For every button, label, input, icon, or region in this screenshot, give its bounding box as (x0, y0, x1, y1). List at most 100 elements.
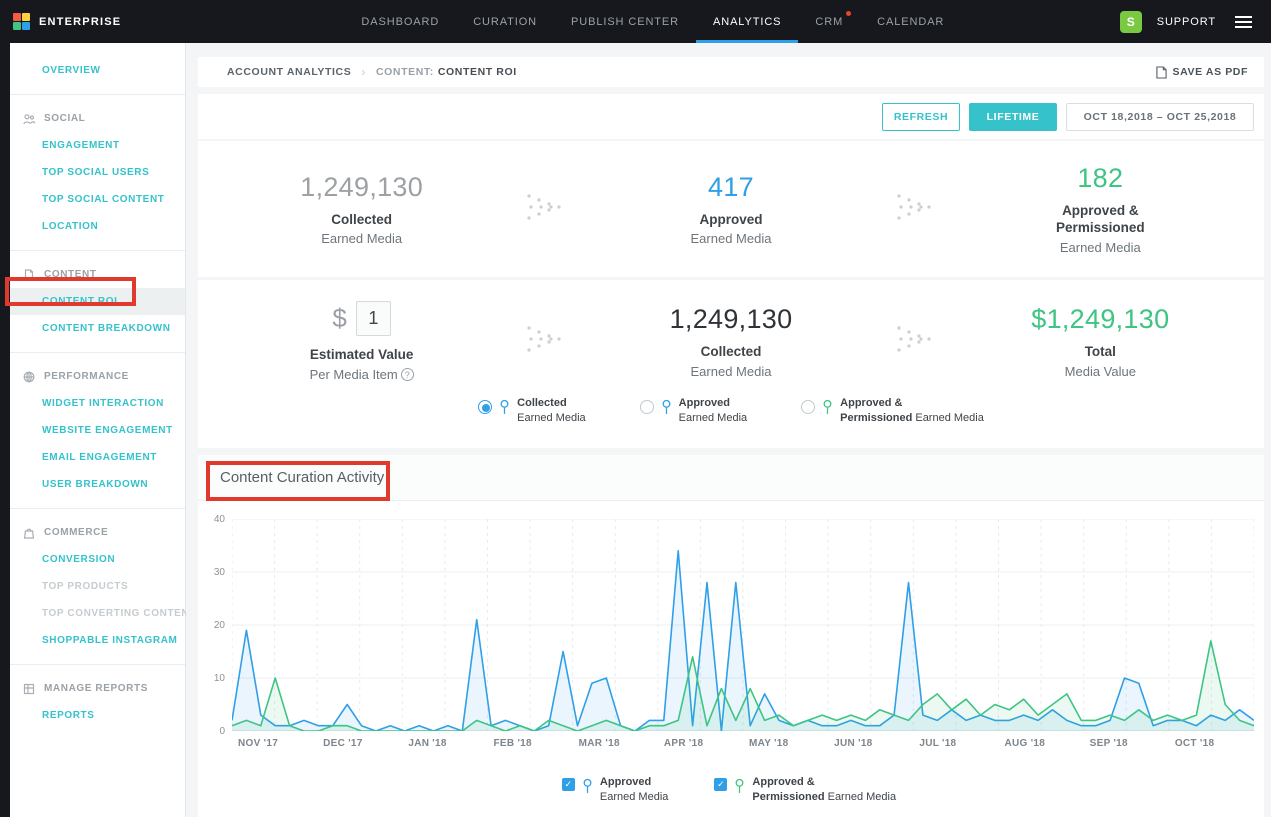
approved-metric: 417 Approved Earned Media (601, 172, 860, 247)
valuation-card: $ Estimated Value Per Media Item? 1,249,… (198, 280, 1264, 448)
approved-value: 417 (601, 172, 860, 203)
sidebar-item-widget-interaction[interactable]: WIDGET INTERACTION (10, 390, 185, 417)
sidebar-item-engagement[interactable]: ENGAGEMENT (10, 132, 185, 159)
hamburger-menu-icon[interactable] (1231, 12, 1256, 32)
nav-item-publish-center[interactable]: PUBLISH CENTER (554, 0, 696, 43)
save-as-pdf-button[interactable]: SAVE AS PDF (1156, 66, 1248, 79)
collected-metric: 1,249,130 Collected Earned Media (232, 172, 491, 247)
valuation-collected-title: Collected (601, 344, 860, 361)
chart-y-axis: 010203040 (204, 519, 232, 731)
sidebar: OVERVIEW SOCIAL ENGAGEMENT TOP SOCIAL US… (10, 43, 186, 817)
valuation-collected-subtitle: Earned Media (601, 364, 860, 379)
total-media-value-title: Total (971, 344, 1230, 361)
sidebar-item-website-engagement[interactable]: WEBSITE ENGAGEMENT (10, 417, 185, 444)
valuation-collected-value: 1,249,130 (601, 304, 860, 335)
legend-approved-permissioned-earned-media[interactable]: Approved &Permissioned Earned Media (714, 775, 896, 805)
nav-item-dashboard[interactable]: DASHBOARD (344, 0, 456, 43)
total-media-value-metric: $1,249,130 Total Media Value (971, 304, 1230, 379)
permissioned-title: Approved & Permissioned (971, 203, 1230, 237)
sidebar-section-label: CONTENT (44, 269, 97, 280)
dotted-arrow-icon (491, 325, 601, 358)
lifetime-button[interactable]: LIFETIME (969, 103, 1057, 131)
total-media-value: $1,249,130 (971, 304, 1230, 335)
sidebar-item-user-breakdown[interactable]: USER BREAKDOWN (10, 471, 185, 498)
total-media-value-subtitle: Media Value (971, 364, 1230, 379)
radio-approved-earned-media[interactable]: ApprovedEarned Media (640, 396, 748, 426)
collected-value: 1,249,130 (232, 172, 491, 203)
support-link[interactable]: SUPPORT (1157, 16, 1216, 28)
chart-title: Content Curation Activity (220, 469, 384, 486)
controls-bar: REFRESH LIFETIME OCT 18,2018 – OCT 25,20… (198, 94, 1264, 139)
main-content: ACCOUNT ANALYTICS › CONTENT: CONTENT ROI… (186, 43, 1271, 817)
sidebar-item-content-breakdown[interactable]: CONTENT BREAKDOWN (10, 315, 185, 342)
nav-item-calendar[interactable]: CALENDAR (860, 0, 961, 43)
sidebar-item-top-social-users[interactable]: TOP SOCIAL USERS (10, 159, 185, 186)
sidebar-section-manage-reports: MANAGE REPORTS (10, 675, 185, 702)
refresh-button[interactable]: REFRESH (882, 103, 960, 131)
sidebar-item-top-social-content[interactable]: TOP SOCIAL CONTENT (10, 186, 185, 213)
nav-item-analytics[interactable]: ANALYTICS (696, 0, 798, 43)
brand-logo-icon (13, 13, 30, 30)
sidebar-item-overview[interactable]: OVERVIEW (10, 57, 185, 84)
media-icon (499, 399, 510, 421)
sidebar-item-email-engagement[interactable]: EMAIL ENGAGEMENT (10, 444, 185, 471)
sidebar-section-label: PERFORMANCE (44, 371, 129, 382)
help-icon[interactable]: ? (401, 368, 414, 381)
pdf-document-icon (1156, 66, 1167, 79)
media-icon (661, 399, 672, 421)
sidebar-item-content-roi[interactable]: CONTENT ROI (10, 288, 185, 315)
radio-collected-earned-media[interactable]: CollectedEarned Media (478, 396, 586, 426)
estimated-value-block: $ Estimated Value Per Media Item? (232, 301, 491, 382)
media-icon (582, 778, 593, 800)
sidebar-divider (10, 250, 185, 251)
date-range-button[interactable]: OCT 18,2018 – OCT 25,2018 (1066, 103, 1254, 131)
brand: ENTERPRISE (0, 0, 186, 43)
save-as-pdf-label: SAVE AS PDF (1173, 66, 1248, 78)
dotted-arrow-icon (861, 193, 971, 226)
valuation-collected-metric: 1,249,130 Collected Earned Media (601, 304, 860, 379)
sidebar-divider (10, 664, 185, 665)
dotted-arrow-icon (491, 193, 601, 226)
sidebar-item-shoppable-instagram[interactable]: SHOPPABLE INSTAGRAM (10, 627, 185, 654)
sidebar-section-label: MANAGE REPORTS (44, 683, 148, 694)
breadcrumb-current: CONTENT ROI (438, 66, 517, 78)
users-icon (23, 113, 35, 125)
media-icon (822, 399, 833, 421)
nav-item-curation[interactable]: CURATION (456, 0, 554, 43)
sidebar-section-label: COMMERCE (44, 527, 108, 538)
sidebar-item-conversion[interactable]: CONVERSION (10, 546, 185, 573)
dotted-arrow-icon (861, 325, 971, 358)
sidebar-item-location[interactable]: LOCATION (10, 213, 185, 240)
activity-chart-svg (232, 519, 1254, 731)
bag-icon (23, 527, 35, 539)
radio-approved-permissioned-earned-media[interactable]: Approved &Permissioned Earned Media (801, 396, 984, 426)
estimated-value-title: Estimated Value (232, 347, 491, 364)
globe-icon (23, 371, 35, 383)
top-navigation-bar: ENTERPRISE DASHBOARD CURATION PUBLISH CE… (0, 0, 1271, 43)
collected-title: Collected (232, 212, 491, 229)
top-nav-items: DASHBOARD CURATION PUBLISH CENTER ANALYT… (344, 0, 961, 43)
breadcrumb: ACCOUNT ANALYTICS › CONTENT: CONTENT ROI… (198, 57, 1264, 87)
left-rail (0, 43, 10, 817)
sidebar-section-content: CONTENT (10, 261, 185, 288)
sidebar-item-reports[interactable]: REPORTS (10, 702, 185, 729)
checkbox-checked-icon (562, 778, 575, 791)
permissioned-subtitle: Earned Media (971, 240, 1230, 255)
media-type-radio-group: CollectedEarned Media ApprovedEarned Med… (198, 392, 1264, 448)
chart-header: Content Curation Activity (198, 455, 1264, 501)
estimated-value-subtitle: Per Media Item? (232, 367, 491, 382)
breadcrumb-parent[interactable]: ACCOUNT ANALYTICS (227, 66, 351, 78)
nav-item-crm[interactable]: CRM (798, 0, 860, 43)
collected-subtitle: Earned Media (232, 231, 491, 246)
top-right-controls: S SUPPORT (1120, 0, 1271, 43)
sidebar-section-commerce: COMMERCE (10, 519, 185, 546)
sidebar-divider (10, 94, 185, 95)
sidebar-section-label: SOCIAL (44, 113, 85, 124)
legend-approved-earned-media[interactable]: ApprovedEarned Media (562, 775, 669, 805)
radio-icon (478, 400, 492, 414)
approved-title: Approved (601, 212, 860, 229)
estimated-value-input[interactable] (356, 301, 391, 336)
currency-symbol: $ (332, 303, 346, 334)
chart-body: 010203040 NOV '17DEC '17JAN '18FEB '18MA… (198, 501, 1264, 805)
user-avatar[interactable]: S (1120, 11, 1142, 33)
